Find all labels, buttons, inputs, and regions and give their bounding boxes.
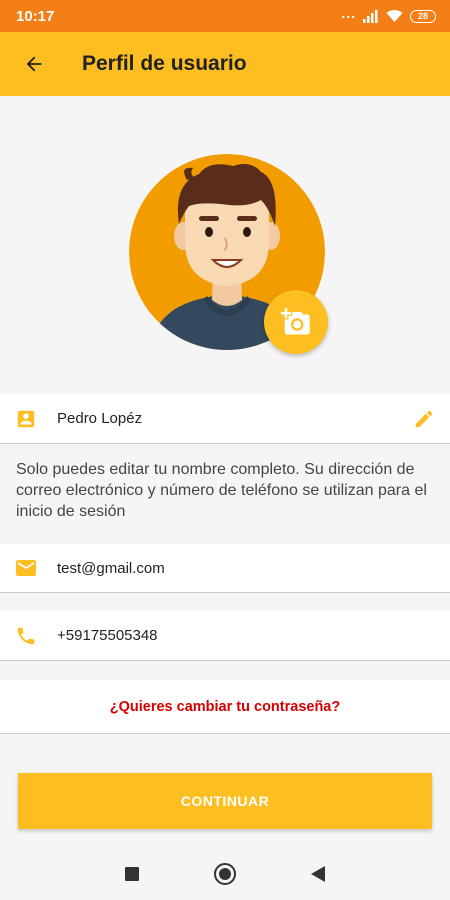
email-row: test@gmail.com [0, 544, 450, 593]
pencil-icon [415, 410, 433, 427]
status-time: 10:17 [16, 7, 55, 25]
square-icon [125, 867, 139, 881]
phone-row: +59175505348 [0, 611, 450, 661]
signal-icon [363, 10, 378, 23]
phone-value: +59175505348 [57, 627, 158, 644]
wifi-icon [386, 9, 403, 22]
system-nav-bar [0, 848, 450, 900]
change-photo-button[interactable] [264, 290, 328, 354]
edit-name-button[interactable] [406, 401, 442, 437]
name-value: Pedro Lopéz [57, 410, 143, 427]
continue-button[interactable]: CONTINUAR [18, 773, 432, 829]
triangle-back-icon [311, 866, 325, 882]
nav-back-button[interactable] [304, 860, 332, 888]
contact-card-icon [14, 407, 38, 431]
mail-icon [14, 556, 38, 580]
status-bar: 10:17 ... 28 [0, 0, 450, 32]
back-button[interactable] [17, 47, 51, 81]
battery-icon: 28 [410, 9, 436, 23]
email-value: test@gmail.com [57, 559, 165, 577]
status-icons: ... 28 [341, 5, 436, 23]
change-password-row: ¿Quieres cambiar tu contraseña? [0, 680, 450, 734]
avatar-section [0, 96, 450, 394]
page-title: Perfil de usuario [82, 52, 247, 75]
arrow-back-icon [26, 56, 42, 72]
name-row: Pedro Lopéz [0, 394, 450, 444]
nav-recent-button[interactable] [118, 860, 146, 888]
circle-icon [214, 863, 236, 885]
nav-home-button[interactable] [211, 860, 239, 888]
phone-icon [14, 624, 38, 648]
notification-dots-icon: ... [341, 5, 356, 21]
add-a-photo-icon [281, 308, 310, 335]
change-password-link[interactable]: ¿Quieres cambiar tu contraseña? [0, 699, 450, 715]
edit-info-note: Solo puedes editar tu nombre completo. S… [16, 461, 427, 520]
app-bar: Perfil de usuario [0, 32, 450, 96]
